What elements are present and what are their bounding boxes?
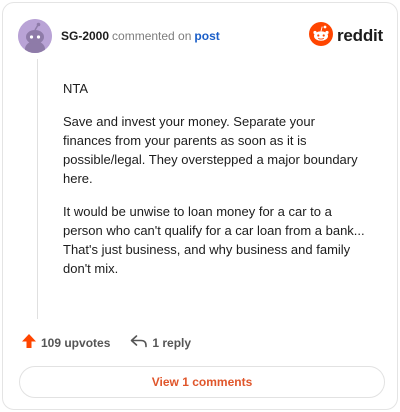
reply-count: 1 reply <box>152 336 192 350</box>
post-link[interactable]: post <box>194 29 219 43</box>
comment-paragraph: Save and invest your money. Separate you… <box>63 114 358 186</box>
action-text: commented on <box>112 29 192 43</box>
reddit-wordmark: reddit <box>336 26 383 45</box>
view-comments-button[interactable]: View 1 comments <box>19 366 385 398</box>
comment-meta: SG-2000 commented on post <box>61 29 220 43</box>
snoo-avatar-icon[interactable] <box>18 19 52 53</box>
comment-paragraph: It would be unwise to loan money for a c… <box>63 204 365 276</box>
comment-actions: 109 upvotes 1 reply <box>21 333 191 353</box>
comment-body: NTA Save and invest your money. Separate… <box>63 79 365 292</box>
upvote-arrow-icon <box>21 333 37 354</box>
reply-arrow-icon <box>130 334 148 353</box>
view-comments-label: View 1 comments <box>151 375 253 389</box>
upvote-button[interactable]: 109 upvotes <box>21 333 110 354</box>
username-link[interactable]: SG-2000 <box>61 29 109 43</box>
reply-button[interactable]: 1 reply <box>130 334 191 353</box>
reddit-logo[interactable]: reddit <box>308 21 383 51</box>
reddit-logo-icon <box>308 21 333 51</box>
comment-header: SG-2000 commented on post reddit <box>17 19 383 53</box>
upvote-count: 109 upvotes <box>41 336 111 350</box>
comment-paragraph: NTA <box>63 81 89 96</box>
thread-line <box>37 59 38 319</box>
comment-card: SG-2000 commented on post reddit NTA Sav… <box>2 2 398 410</box>
